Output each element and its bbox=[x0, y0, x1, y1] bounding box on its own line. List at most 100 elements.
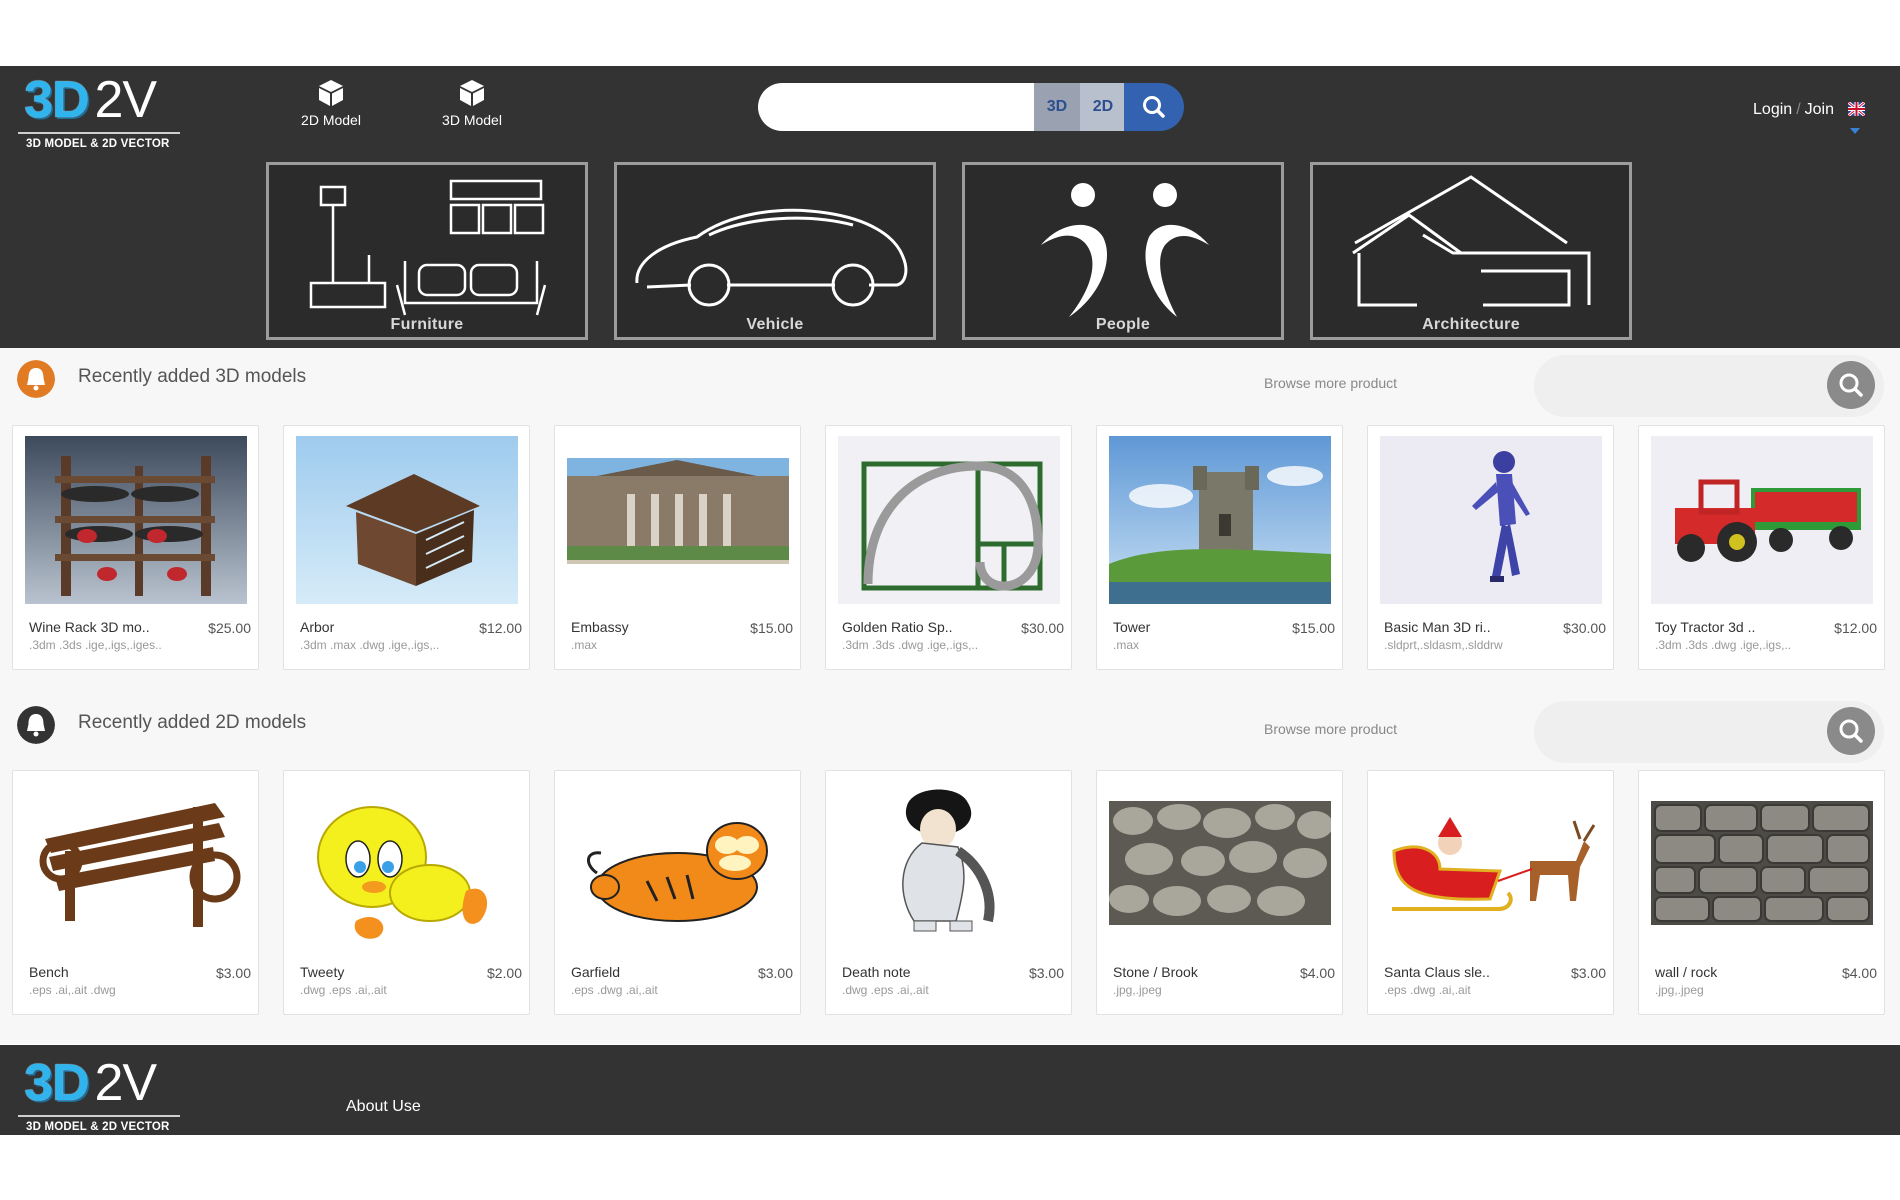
product-price: $4.00 bbox=[1299, 965, 1335, 981]
product-name: Death note bbox=[842, 964, 911, 980]
product-thumbnail bbox=[567, 781, 789, 949]
product-formats: .jpg,.jpeg bbox=[1655, 983, 1704, 997]
product-card-death-note[interactable]: Death note $3.00 .dwg .eps .ai,.ait bbox=[825, 770, 1072, 1015]
embassy-image bbox=[567, 436, 789, 604]
search-3d-toggle[interactable]: 3D bbox=[1034, 83, 1080, 131]
vehicle-illustration bbox=[635, 208, 908, 307]
cube-icon bbox=[319, 80, 343, 106]
recent-3d-search-button[interactable] bbox=[1827, 361, 1875, 409]
product-card-golden-ratio[interactable]: Golden Ratio Sp.. $30.00 .3dm .3ds .dwg … bbox=[825, 425, 1072, 670]
product-price: $15.00 bbox=[1292, 620, 1335, 636]
death-note-image bbox=[838, 781, 1060, 949]
arbor-image bbox=[296, 436, 518, 604]
language-dropdown-caret-icon[interactable] bbox=[1850, 128, 1860, 134]
page: 3D 2V 3D MODEL & 2D VECTOR 2D Model 3D Mo… bbox=[0, 0, 1900, 1200]
product-thumbnail bbox=[25, 781, 247, 949]
product-thumbnail bbox=[1651, 781, 1873, 949]
product-card-wine-rack[interactable]: Wine Rack 3D mo.. $25.00 .3dm .3ds .ige,… bbox=[12, 425, 259, 670]
product-card-toy-tractor[interactable]: Toy Tractor 3d .. $12.00 .3dm .3ds .dwg … bbox=[1638, 425, 1885, 670]
category-vehicle[interactable]: Vehicle bbox=[614, 162, 936, 340]
product-formats: .max bbox=[571, 638, 598, 652]
product-thumbnail bbox=[296, 781, 518, 949]
search-icon bbox=[1839, 373, 1863, 397]
product-name: Basic Man 3D ri.. bbox=[1384, 619, 1491, 635]
product-thumbnail bbox=[25, 436, 247, 604]
product-card-arbor[interactable]: Arbor $12.00 .3dm .max .dwg .ige,.igs,.. bbox=[283, 425, 530, 670]
bell-icon bbox=[17, 706, 55, 744]
tower-image bbox=[1109, 436, 1331, 604]
login-link[interactable]: Login bbox=[1753, 101, 1792, 118]
product-formats: .eps .dwg .ai,.ait bbox=[1384, 983, 1471, 997]
footer-about-link[interactable]: About Use bbox=[346, 1098, 421, 1116]
product-formats: .jpg,.jpeg bbox=[1113, 983, 1162, 997]
footer-logo[interactable]: 3D 2V 3D MODEL & 2D VECTOR bbox=[18, 1055, 188, 1137]
product-name: Garfield bbox=[571, 964, 621, 980]
product-formats: .3dm .3ds .dwg .ige,.igs,.. bbox=[842, 638, 979, 652]
product-card-santa-claus[interactable]: Santa Claus sle.. $3.00 .eps .dwg .ai,.a… bbox=[1367, 770, 1614, 1015]
recent-2d-search-button[interactable] bbox=[1827, 707, 1875, 755]
product-card-tweety[interactable]: Tweety $2.00 .dwg .eps .ai,.ait bbox=[283, 770, 530, 1015]
category-furniture-label: Furniture bbox=[390, 316, 464, 333]
product-price: $12.00 bbox=[479, 620, 522, 636]
garfield-image bbox=[567, 781, 789, 949]
search-bar: 3D 2D bbox=[758, 83, 1184, 131]
product-card-garfield[interactable]: Garfield $3.00 .eps .dwg .ai,.ait bbox=[554, 770, 801, 1015]
product-formats: .eps .ai,.ait .dwg bbox=[29, 983, 116, 997]
golden-ratio-image bbox=[838, 436, 1060, 604]
product-name: Embassy bbox=[571, 619, 629, 635]
product-thumbnail bbox=[1109, 436, 1331, 604]
product-thumbnail bbox=[838, 781, 1060, 949]
logo-tagline: 3D MODEL & 2D VECTOR bbox=[26, 138, 170, 150]
product-thumbnail bbox=[1380, 781, 1602, 949]
search-input[interactable] bbox=[758, 83, 1038, 131]
bench-image bbox=[25, 781, 247, 949]
search-icon bbox=[1143, 96, 1165, 118]
recent-3d-card-list: Wine Rack 3D mo.. $25.00 .3dm .3ds .ige,… bbox=[12, 425, 1892, 670]
product-card-basic-man[interactable]: Basic Man 3D ri.. $30.00 .sldprt,.sldasm… bbox=[1367, 425, 1614, 670]
recent-3d-section: Recently added 3D models Browse more pro… bbox=[0, 348, 1900, 683]
product-thumbnail bbox=[1109, 781, 1331, 949]
nav-2d-model[interactable]: 2D Model bbox=[286, 78, 376, 128]
product-formats: .3dm .3ds .dwg .ige,.igs,.. bbox=[1655, 638, 1792, 652]
wine-rack-image bbox=[25, 436, 247, 604]
logo-wordmark: 3D 2V bbox=[24, 1055, 157, 1111]
product-price: $30.00 bbox=[1563, 620, 1606, 636]
nav-3d-model[interactable]: 3D Model bbox=[427, 78, 517, 128]
product-card-tower[interactable]: Tower $15.00 .max bbox=[1096, 425, 1343, 670]
product-price: $4.00 bbox=[1841, 965, 1877, 981]
product-name: Wine Rack 3D mo.. bbox=[29, 619, 150, 635]
category-people[interactable]: People bbox=[962, 162, 1284, 340]
section-gap bbox=[0, 683, 1900, 694]
product-card-bench[interactable]: Bench $3.00 .eps .ai,.ait .dwg bbox=[12, 770, 259, 1015]
category-architecture[interactable]: Architecture bbox=[1310, 162, 1632, 340]
product-thumbnail bbox=[567, 436, 789, 604]
product-price: $2.00 bbox=[486, 965, 522, 981]
basic-man-image bbox=[1380, 436, 1602, 604]
santa-claus-image bbox=[1380, 781, 1602, 949]
site-logo[interactable]: 3D 2V 3D MODEL & 2D VECTOR bbox=[18, 72, 188, 154]
search-icon bbox=[1839, 719, 1863, 743]
browse-more-2d-link[interactable]: Browse more product bbox=[1264, 721, 1397, 737]
recent-3d-title: Recently added 3D models bbox=[78, 366, 307, 387]
product-name: Golden Ratio Sp.. bbox=[842, 619, 953, 635]
search-submit-button[interactable] bbox=[1124, 83, 1184, 131]
footer: 3D 2V 3D MODEL & 2D VECTOR About Use bbox=[0, 1045, 1900, 1135]
product-price: $12.00 bbox=[1834, 620, 1877, 636]
toy-tractor-image bbox=[1651, 436, 1873, 604]
uk-flag-icon[interactable] bbox=[1848, 102, 1865, 116]
category-furniture[interactable]: Furniture bbox=[266, 162, 588, 340]
logo-wordmark: 3D 2V bbox=[24, 72, 157, 128]
product-price: $3.00 bbox=[1570, 965, 1606, 981]
browse-more-3d-link[interactable]: Browse more product bbox=[1264, 375, 1397, 391]
architecture-illustration bbox=[1352, 175, 1591, 307]
product-card-stone-brook[interactable]: Stone / Brook $4.00 .jpg,.jpeg bbox=[1096, 770, 1343, 1015]
product-card-wall-rock[interactable]: wall / rock $4.00 .jpg,.jpeg bbox=[1638, 770, 1885, 1015]
logo-rule bbox=[18, 1115, 180, 1117]
product-formats: .3dm .max .dwg .ige,.igs,.. bbox=[300, 638, 440, 652]
join-link[interactable]: Join bbox=[1805, 101, 1834, 118]
product-name: wall / rock bbox=[1655, 964, 1718, 980]
search-2d-toggle[interactable]: 2D bbox=[1080, 83, 1126, 131]
product-card-embassy[interactable]: Embassy $15.00 .max bbox=[554, 425, 801, 670]
product-name: Bench bbox=[29, 964, 69, 980]
product-name: Santa Claus sle.. bbox=[1384, 964, 1490, 980]
